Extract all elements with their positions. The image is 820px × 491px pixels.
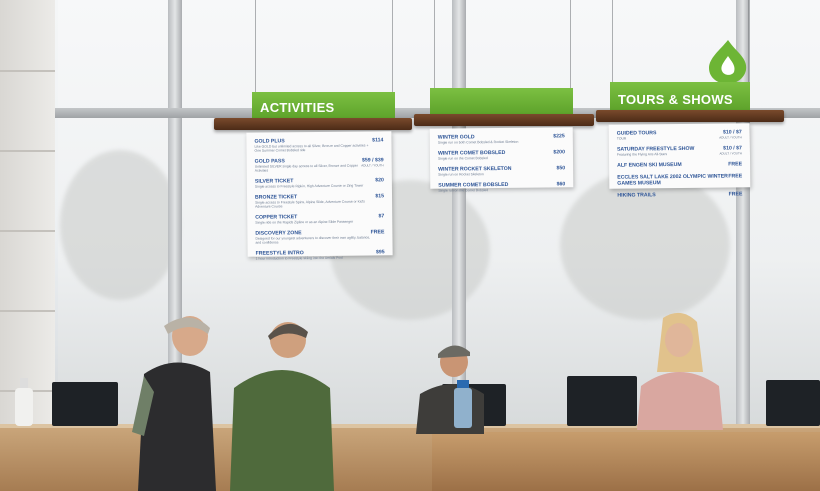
activities-menu-board: GOLD PLUS Like GOLD but unlimited access …: [246, 131, 393, 261]
computer-monitor: [567, 376, 637, 426]
wood-beam: [596, 110, 784, 122]
menu-item: GOLD PASS Unlimited SILVER single day acc…: [255, 157, 384, 172]
wood-beam: [214, 118, 412, 130]
menu-item-price: $60: [556, 181, 566, 188]
staff-member-seated: [416, 345, 484, 434]
menu-item-description: Single run on the Comet Bobsled: [438, 188, 489, 193]
menu-item-price-note: ADULT / YOUTH: [361, 163, 384, 168]
menu-item: WINTER COMET BOBSLED Single run on the Co…: [438, 149, 565, 160]
staff-member-standing: [637, 312, 723, 430]
menu-item-price: $95: [375, 249, 385, 256]
menu-item-price: $10 / $7 ADULT / YOUTH: [719, 129, 742, 140]
menu-item-price: $50: [556, 165, 566, 172]
photo-scene: ACTIVITIES GOLD PLUS Like GOLD but unlimi…: [0, 0, 820, 491]
menu-item-name: ALF ENGEN SKI MUSEUM: [617, 161, 682, 169]
window-pane: [750, 0, 820, 430]
menu-item: COPPER TICKET Single ride on the Rapids Z…: [255, 213, 384, 224]
menu-item: FREESTYLE INTRO 1 hour introduction to Fr…: [256, 249, 385, 260]
menu-item: SILVER TICKET Single access to Freestyle …: [255, 177, 384, 188]
menu-item-price: $20: [375, 177, 384, 184]
menu-item-description: Single access to Freestyle Spins, Alpine…: [255, 199, 365, 209]
menu-item-price: $225: [553, 133, 565, 140]
menu-item-price: $7: [378, 213, 385, 220]
menu-item-description: Like GOLD but unlimited access to all Si…: [254, 143, 369, 153]
menu-item: GUIDED TOURS TOUR $10 / $7 ADULT / YOUTH: [617, 129, 742, 140]
menu-item-description: Unlimited SILVER single day access to al…: [254, 163, 358, 173]
computer-monitor: [766, 380, 820, 426]
hand-sanitizer-bottle: [15, 378, 33, 426]
customer-green-jacket: [230, 322, 334, 491]
menu-item-description: Featuring the Flying Ace All-Stars: [616, 152, 668, 157]
menu-item-price-note: ADULT / YOUTH: [719, 135, 742, 140]
menu-item-description: Single run on the Comet Bobsled: [437, 156, 488, 161]
menu-item: ALF ENGEN SKI MUSEUM FREE: [617, 161, 742, 168]
menu-item: SUMMER COMET BOBSLED Single run on the Co…: [438, 181, 565, 192]
menu-item-price: FREE: [728, 161, 743, 168]
front-desk-panel: [432, 432, 820, 491]
winter-header: [430, 88, 573, 114]
menu-item-price: FREE: [728, 173, 743, 180]
activities-title: ACTIVITIES: [260, 100, 335, 115]
menu-item-description: Single access to Freestyle Ripkin, High …: [254, 183, 364, 189]
menu-item: SATURDAY FREESTYLE SHOW Featuring the Fly…: [617, 145, 742, 156]
menu-item-description: Single run on Rocket Skeleton: [438, 172, 484, 177]
menu-item-price: FREE: [728, 191, 743, 198]
background-tree: [60, 150, 180, 300]
menu-item-price: $59 / $39 ADULT / YOUTH: [361, 157, 384, 168]
menu-item: ECCLES SALT LAKE 2002 OLYMPIC WINTER GAM…: [617, 173, 742, 186]
menu-item-price: $10 / $7 ADULT / YOUTH: [719, 145, 742, 156]
menu-item-price: $114: [372, 137, 384, 144]
winter-menu-board: WINTER GOLD Single run on both Comet Bobs…: [429, 127, 574, 193]
wood-beam: [414, 114, 594, 126]
menu-item-description: Single ride on the Rapids Zipline or as …: [255, 219, 354, 225]
customer-vest: [132, 316, 216, 491]
menu-item-name: ECCLES SALT LAKE 2002 OLYMPIC WINTER GAM…: [617, 173, 728, 187]
tours-header: TOURS & SHOWS: [610, 82, 750, 110]
menu-item: WINTER GOLD Single run on both Comet Bobs…: [438, 133, 565, 144]
water-bottle: [454, 380, 472, 428]
menu-item-description: Designed for our youngest adventurers to…: [255, 235, 371, 245]
menu-item: DISCOVERY ZONE Designed for our youngest …: [255, 229, 384, 244]
activities-header: ACTIVITIES: [252, 92, 395, 118]
drop-logo-icon: [709, 40, 747, 84]
menu-item-name: HIKING TRAILS: [617, 192, 656, 199]
menu-item: BRONZE TICKET Single access to Freestyle …: [255, 193, 384, 208]
tours-menu-board: GUIDED TOURS TOUR $10 / $7 ADULT / YOUTH SAT…: [608, 123, 751, 199]
menu-item-description: Single run on both Comet Bobsled & Rocke…: [437, 139, 519, 145]
menu-item-description: TOUR: [616, 136, 627, 141]
menu-item-price: FREE: [370, 229, 385, 236]
computer-monitor: [52, 382, 118, 426]
menu-item: GOLD PLUS Like GOLD but unlimited access …: [254, 137, 383, 152]
menu-item-price: $15: [375, 193, 385, 200]
menu-item-price: $200: [553, 149, 565, 156]
tours-title: TOURS & SHOWS: [618, 92, 733, 107]
menu-item-price-note: ADULT / YOUTH: [719, 151, 742, 156]
menu-item: WINTER ROCKET SKELETON Single run on Rock…: [438, 165, 565, 176]
